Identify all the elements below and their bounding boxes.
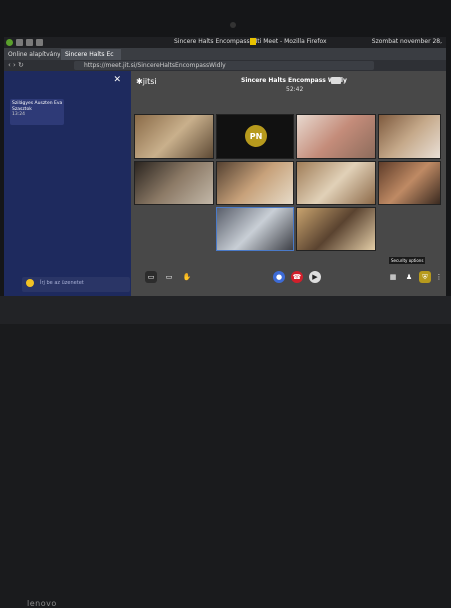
launcher-icon[interactable] xyxy=(6,39,13,46)
invite-icon[interactable]: ♟ xyxy=(403,271,415,283)
lenovo-logo: lenovo xyxy=(27,599,57,608)
tab-online[interactable]: Online alapítvány xyxy=(4,49,60,60)
security-tooltip: Security options xyxy=(389,257,426,264)
jitsi-app: ✕ Szilágyes Auszten Eva Szasztok 13:24 Í… xyxy=(4,71,446,296)
more-icon[interactable]: ⋮ xyxy=(433,271,445,283)
video-tile[interactable] xyxy=(378,114,441,159)
brand-text: jitsi xyxy=(142,77,157,86)
title-part-left: Sincere Halts Encompass xyxy=(174,38,250,45)
chat-toggle-icon[interactable]: ▭ xyxy=(145,271,157,283)
tile-view-icon[interactable]: ▦ xyxy=(387,271,399,283)
video-grid: PN xyxy=(134,114,446,254)
participants-badge[interactable] xyxy=(331,77,341,84)
video-tile[interactable] xyxy=(378,161,441,205)
os-panel: Sincere Halts Encompass Iti Meet - Mozil… xyxy=(4,37,446,48)
video-tile[interactable] xyxy=(296,161,376,205)
webcam-icon xyxy=(230,22,236,28)
video-area: ✱jitsi Sincere Halts Encompass Widly 52:… xyxy=(131,71,446,296)
hangup-icon[interactable]: ☎ xyxy=(291,271,303,283)
meeting-timer: 52:42 xyxy=(286,86,304,93)
video-tile[interactable] xyxy=(134,114,214,159)
close-icon[interactable]: ✕ xyxy=(113,75,121,85)
back-forward-icon[interactable]: ‹ › ↻ xyxy=(8,61,24,69)
video-tile[interactable] xyxy=(296,207,376,251)
video-tile[interactable]: PN xyxy=(216,114,294,159)
system-tray-clock[interactable]: Szombat november 28, xyxy=(372,38,442,45)
browser-tabbar: Online alapítvány Sincere Halts Ec xyxy=(4,48,446,60)
screenshare-icon[interactable]: ▭ xyxy=(163,271,175,283)
browser-icon[interactable] xyxy=(36,39,43,46)
message-time: 13:24 xyxy=(12,112,25,117)
app-launchers xyxy=(16,39,43,46)
tab-meeting[interactable]: Sincere Halts Ec xyxy=(61,49,121,60)
participant-avatar: PN xyxy=(245,125,267,147)
laptop-bottom: lenovo xyxy=(0,296,451,608)
video-tile[interactable] xyxy=(216,161,294,205)
browser-urlbar: ‹ › ↻ https://meet.jit.si/SincereHaltsEn… xyxy=(4,60,446,71)
url-field[interactable]: https://meet.jit.si/SincereHaltsEncompas… xyxy=(74,61,374,70)
raise-hand-icon[interactable]: ✋ xyxy=(181,271,193,283)
video-tile[interactable] xyxy=(134,161,214,205)
chat-message: Szilágyes Auszten Eva Szasztok 13:24 xyxy=(10,99,64,125)
screen: Sincere Halts Encompass Iti Meet - Mozil… xyxy=(4,37,446,296)
meeting-toolbar: ▭ ▭ ✋ ● ☎ ▶ ▦ ♟ ⛨ ⋮ xyxy=(131,261,446,296)
video-tile[interactable] xyxy=(296,114,376,159)
camera-icon[interactable]: ▶ xyxy=(309,271,321,283)
terminal-icon[interactable] xyxy=(26,39,33,46)
video-tile[interactable] xyxy=(216,207,294,251)
emoji-icon[interactable] xyxy=(26,279,34,287)
jitsi-logo: ✱jitsi xyxy=(136,77,157,86)
chat-input[interactable]: Írj be az üzenetet xyxy=(22,277,130,292)
files-icon[interactable] xyxy=(16,39,23,46)
message-sender: Szilágyes Auszten Eva xyxy=(12,101,63,106)
chat-input-placeholder: Írj be az üzenetet xyxy=(40,280,84,286)
window-title: Sincere Halts Encompass Iti Meet - Mozil… xyxy=(174,38,327,45)
security-options-icon[interactable]: ⛨ xyxy=(419,271,431,283)
microphone-icon[interactable]: ● xyxy=(273,271,285,283)
chat-panel: ✕ Szilágyes Auszten Eva Szasztok 13:24 Í… xyxy=(4,71,131,296)
title-part-right: Iti Meet - Mozilla Firefox xyxy=(255,38,327,45)
